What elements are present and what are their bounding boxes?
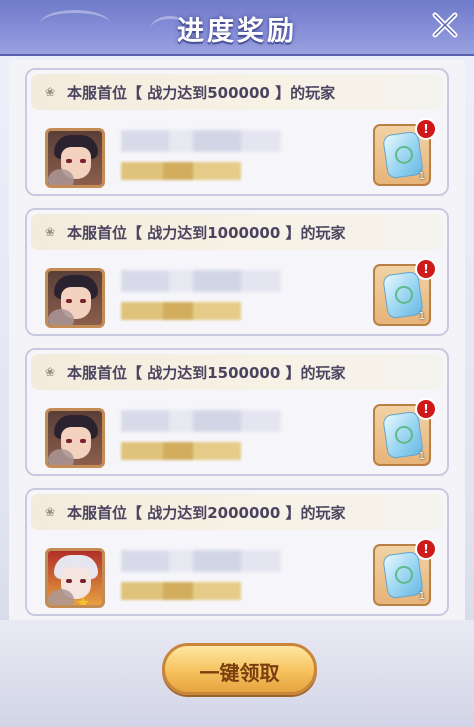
milestone-card: ❀ 本服首位【 战力达到2000000 】的玩家 ★ 1 ! xyxy=(25,488,449,616)
player-level-redacted xyxy=(121,582,241,600)
reward-quantity: 1 xyxy=(418,591,425,602)
claim-all-label: 一键领取 xyxy=(199,661,280,685)
panel-title: 进度奖励 xyxy=(177,16,297,47)
close-button[interactable] xyxy=(428,8,462,42)
jade-token-icon xyxy=(382,410,424,460)
player-avatar[interactable]: ★ xyxy=(45,548,105,608)
player-name-redacted xyxy=(121,410,281,432)
lotus-icon: ❀ xyxy=(45,225,56,239)
milestone-card: ❀ 本服首位【 战力达到1500000 】的玩家 1 ! xyxy=(25,348,449,476)
player-name-redacted xyxy=(121,270,281,292)
jade-token-icon xyxy=(382,270,424,320)
reward-panel: 进度奖励 ❀ 本服首位【 战力达到500000 】的玩家 1 ! ❀ 本服首位【… xyxy=(0,0,474,727)
reward-item[interactable]: 1 ! xyxy=(373,538,437,606)
player-avatar[interactable] xyxy=(45,128,105,188)
player-avatar[interactable] xyxy=(45,268,105,328)
card-header: ❀ 本服首位【 战力达到1500000 】的玩家 xyxy=(31,354,443,390)
reward-item[interactable]: 1 ! xyxy=(373,398,437,466)
milestone-card: ❀ 本服首位【 战力达到1000000 】的玩家 1 ! xyxy=(25,208,449,336)
player-name-redacted xyxy=(121,130,281,152)
reward-item[interactable]: 1 ! xyxy=(373,118,437,186)
exclamation-badge-icon: ! xyxy=(415,538,437,560)
card-header: ❀ 本服首位【 战力达到500000 】的玩家 xyxy=(31,74,443,110)
milestone-list[interactable]: ❀ 本服首位【 战力达到500000 】的玩家 1 ! ❀ 本服首位【 战力达到… xyxy=(9,60,465,622)
player-level-redacted xyxy=(121,442,241,460)
card-header: ❀ 本服首位【 战力达到1000000 】的玩家 xyxy=(31,214,443,250)
reward-quantity: 1 xyxy=(418,311,425,322)
claim-all-button[interactable]: 一键领取 xyxy=(162,643,317,695)
panel-header: 进度奖励 xyxy=(0,0,474,56)
card-header: ❀ 本服首位【 战力达到2000000 】的玩家 xyxy=(31,494,443,530)
jade-token-icon xyxy=(382,130,424,180)
player-name-redacted xyxy=(121,550,281,572)
player-level-redacted xyxy=(121,162,241,180)
milestone-title: 本服首位【 战力达到1000000 】的玩家 xyxy=(67,224,346,242)
player-avatar[interactable] xyxy=(45,408,105,468)
exclamation-badge-icon: ! xyxy=(415,258,437,280)
lotus-icon: ❀ xyxy=(45,85,56,99)
lotus-icon: ❀ xyxy=(45,365,56,379)
lotus-icon: ❀ xyxy=(45,505,56,519)
milestone-title: 本服首位【 战力达到1500000 】的玩家 xyxy=(67,364,346,382)
star-icon: ★ xyxy=(76,593,91,608)
player-level-redacted xyxy=(121,302,241,320)
reward-item[interactable]: 1 ! xyxy=(373,258,437,326)
milestone-card: ❀ 本服首位【 战力达到500000 】的玩家 1 ! xyxy=(25,68,449,196)
exclamation-badge-icon: ! xyxy=(415,118,437,140)
reward-quantity: 1 xyxy=(418,171,425,182)
milestone-title: 本服首位【 战力达到500000 】的玩家 xyxy=(67,84,336,102)
milestone-title: 本服首位【 战力达到2000000 】的玩家 xyxy=(67,504,346,522)
close-icon xyxy=(432,12,458,38)
jade-token-icon xyxy=(382,550,424,600)
reward-quantity: 1 xyxy=(418,451,425,462)
exclamation-badge-icon: ! xyxy=(415,398,437,420)
